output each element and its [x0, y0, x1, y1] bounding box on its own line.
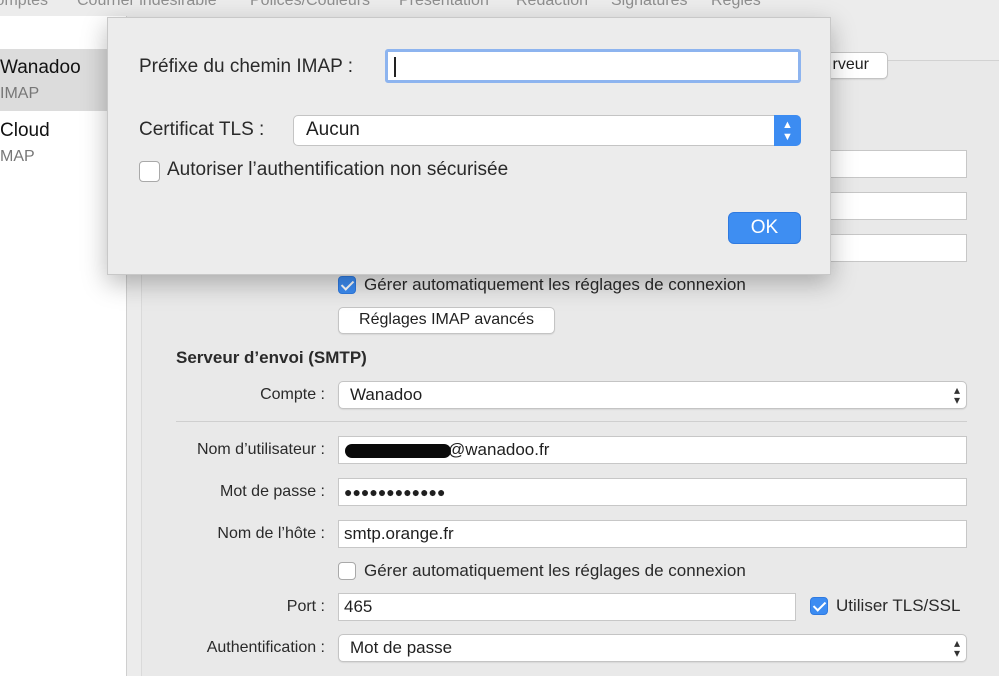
- toolbar-tab-rules[interactable]: Règles: [711, 0, 761, 10]
- redaction-scribble: [345, 444, 451, 458]
- toolbar-tab-signatures[interactable]: Signatures: [611, 0, 688, 10]
- toolbar-tab-junk[interactable]: Courrier indésirable: [77, 0, 217, 10]
- toolbar-tab-accounts[interactable]: Comptes: [0, 0, 48, 10]
- account-type: MAP: [0, 148, 35, 165]
- smtp-host-value: smtp.orange.fr: [344, 524, 454, 543]
- smtp-tls-label: Utiliser TLS/SSL: [836, 596, 961, 615]
- smtp-username-value: @wanadoo.fr: [448, 440, 550, 459]
- smtp-account-value: Wanadoo: [350, 385, 423, 404]
- ok-button[interactable]: OK: [728, 212, 801, 244]
- divider: [176, 421, 967, 422]
- tls-certificate-popup[interactable]: Aucun ▲ ▼: [293, 115, 801, 146]
- account-name: Wanadoo: [0, 57, 81, 78]
- advanced-imap-sheet: Préfixe du chemin IMAP : Certificat TLS …: [107, 17, 831, 275]
- smtp-auto-settings-label: Gérer automatiquement les réglages de co…: [364, 561, 746, 580]
- imap-prefix-label: Préfixe du chemin IMAP :: [139, 56, 354, 77]
- smtp-account-popup[interactable]: Wanadoo ▴ ▾: [338, 381, 967, 409]
- advanced-imap-settings-button[interactable]: Réglages IMAP avancés: [338, 307, 555, 334]
- preferences-toolbar: Comptes Courrier indésirable Polices/Cou…: [0, 0, 999, 16]
- smtp-auth-popup[interactable]: Mot de passe ▴ ▾: [338, 634, 967, 662]
- smtp-account-label: Compte :: [260, 386, 325, 403]
- incoming-auto-settings-checkbox[interactable]: [338, 276, 356, 294]
- smtp-password-field[interactable]: ●●●●●●●●●●●●: [338, 478, 967, 506]
- chevron-updown-icon: ▴ ▾: [953, 383, 960, 407]
- smtp-port-field[interactable]: 465: [338, 593, 796, 621]
- smtp-host-label: Nom de l’hôte :: [217, 525, 325, 542]
- chevron-updown-icon: ▴ ▾: [953, 636, 960, 660]
- toolbar-tab-composing[interactable]: Rédaction: [516, 0, 588, 10]
- smtp-username-field[interactable]: @wanadoo.fr: [338, 436, 967, 464]
- smtp-port-label: Port :: [286, 598, 325, 615]
- chevron-updown-icon: ▲ ▼: [774, 115, 801, 146]
- account-name: Cloud: [0, 120, 50, 141]
- insecure-auth-label: Autoriser l’authentification non sécuris…: [167, 159, 509, 180]
- smtp-tls-checkbox[interactable]: [810, 597, 828, 615]
- smtp-username-label: Nom d’utilisateur :: [196, 441, 325, 458]
- account-type: IMAP: [0, 85, 40, 102]
- tls-certificate-value: Aucun: [306, 119, 360, 140]
- toolbar-tab-viewing[interactable]: Présentation: [399, 0, 489, 10]
- smtp-host-field[interactable]: smtp.orange.fr: [338, 520, 967, 548]
- toolbar-tab-fonts[interactable]: Polices/Couleurs: [250, 0, 370, 10]
- smtp-password-label: Mot de passe :: [220, 483, 325, 500]
- incoming-auto-settings-label: Gérer automatiquement les réglages de co…: [364, 275, 746, 294]
- smtp-port-value: 465: [344, 597, 373, 616]
- smtp-section-title: Serveur d’envoi (SMTP): [176, 348, 367, 367]
- text-caret: [394, 57, 396, 77]
- smtp-auto-settings-checkbox[interactable]: [338, 562, 356, 580]
- imap-prefix-input[interactable]: [385, 49, 801, 83]
- smtp-password-value: ●●●●●●●●●●●●: [344, 484, 446, 500]
- smtp-auth-value: Mot de passe: [350, 638, 453, 657]
- smtp-auth-label: Authentification :: [206, 639, 325, 656]
- tls-certificate-label: Certificat TLS :: [139, 119, 265, 140]
- insecure-auth-checkbox[interactable]: [139, 161, 160, 182]
